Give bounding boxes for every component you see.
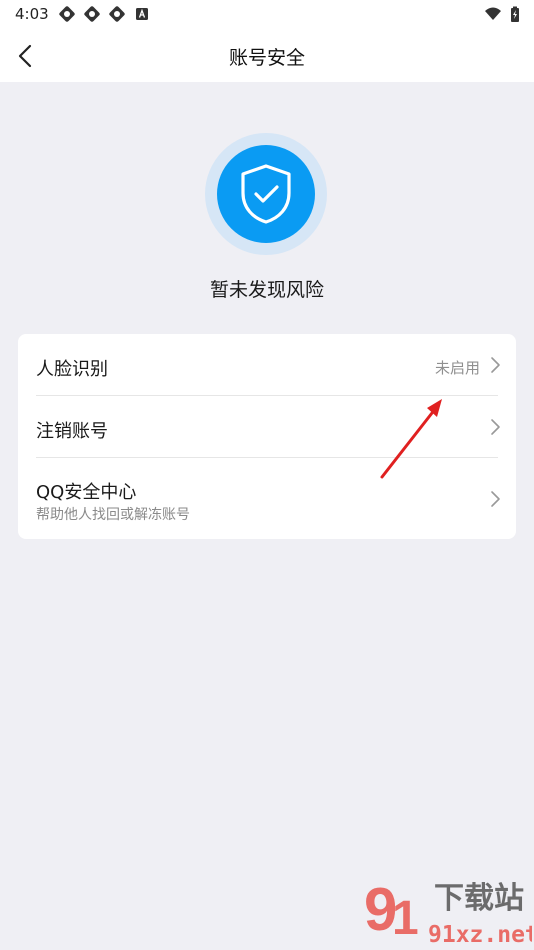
security-status-text: 暂未发现风险 <box>209 279 324 301</box>
status-bar: 4:03 <box>0 0 534 30</box>
a-notification-icon <box>133 5 151 23</box>
svg-text:1: 1 <box>392 892 419 945</box>
battery-charging-icon <box>506 5 524 23</box>
chevron-right-icon <box>488 355 502 375</box>
shield-circle <box>217 145 315 243</box>
shield-check-icon <box>241 164 291 224</box>
app-notification-icon <box>83 5 101 23</box>
shield-badge <box>205 133 327 255</box>
red-arrow-icon <box>375 393 450 483</box>
row-title: QQ安全中心 <box>36 482 137 503</box>
row-title: 注销账号 <box>36 421 108 442</box>
app-notification-icon <box>58 5 76 23</box>
row-subtitle: 帮助他人找回或解冻账号 <box>36 507 190 523</box>
row-value: 未启用 <box>434 359 480 377</box>
app-header: 账号安全 <box>0 30 534 82</box>
app-notification-icon <box>108 5 126 23</box>
row-title: 人脸识别 <box>36 359 108 380</box>
chevron-right-icon <box>488 489 502 509</box>
watermark-logo: 9 1 下载站 91xz.net <box>362 872 532 948</box>
svg-text:下载站: 下载站 <box>434 881 524 916</box>
face-recognition-row[interactable]: 人脸识别 未启用 <box>18 334 516 396</box>
svg-text:91xz.net: 91xz.net <box>428 922 532 948</box>
page-title: 账号安全 <box>228 47 305 69</box>
wifi-icon <box>484 5 502 23</box>
status-time: 4:03 <box>15 5 49 23</box>
chevron-right-icon <box>488 417 502 437</box>
